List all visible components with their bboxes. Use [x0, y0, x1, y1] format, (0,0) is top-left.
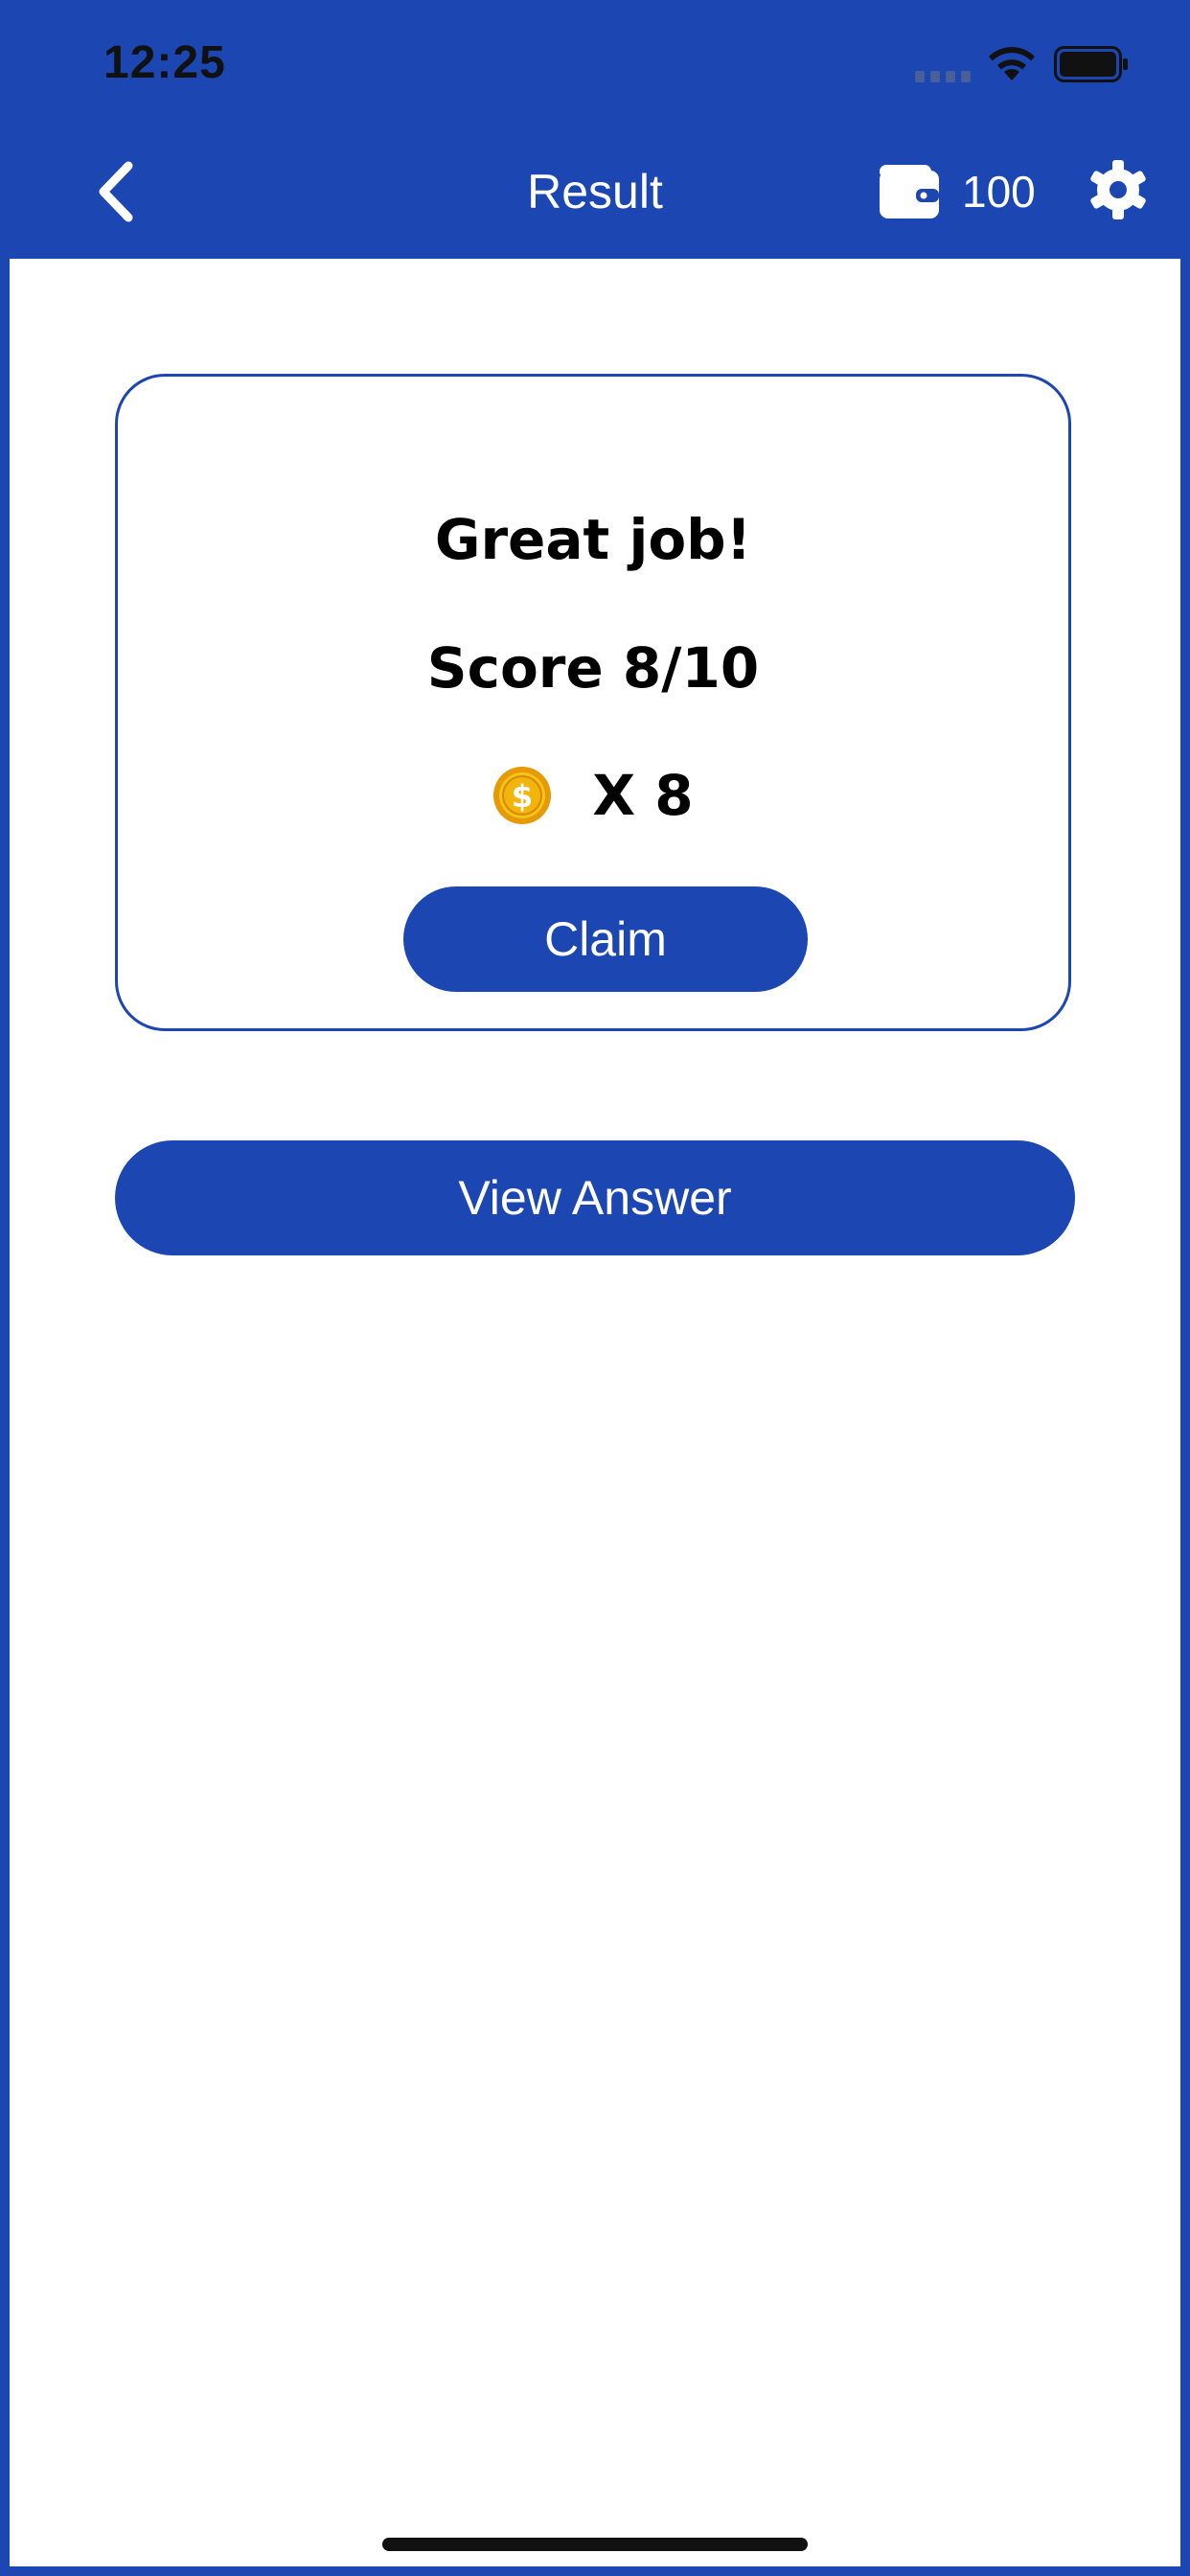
home-indicator[interactable] [382, 2538, 808, 2551]
reward-row: $ X 8 [118, 757, 1068, 834]
score-text: Score 8/10 [426, 635, 760, 701]
view-answer-button[interactable]: View Answer [115, 1140, 1075, 1255]
result-headline: Great job! [434, 507, 752, 572]
gear-icon [1090, 160, 1146, 219]
status-time: 12:25 [103, 37, 226, 88]
wifi-icon [989, 47, 1035, 80]
settings-button[interactable] [1087, 158, 1150, 221]
status-bar: 12:25 [0, 0, 1190, 129]
result-card: Great job! Score 8/10 $ X 8 Claim [115, 374, 1071, 1031]
wallet-balance: 100 [962, 167, 1036, 217]
wallet-icon [880, 165, 939, 218]
claim-button[interactable]: Claim [403, 886, 808, 992]
navigation-bar: Result 100 [0, 129, 1190, 259]
signal-icon [915, 71, 971, 82]
coin-icon: $ [493, 767, 552, 824]
reward-amount: X 8 [592, 763, 694, 828]
battery-icon [1054, 46, 1128, 82]
svg-text:$: $ [512, 778, 533, 815]
wallet-button[interactable]: 100 [880, 158, 1036, 225]
content-area: Great job! Score 8/10 $ X 8 Claim View A… [10, 259, 1180, 2566]
